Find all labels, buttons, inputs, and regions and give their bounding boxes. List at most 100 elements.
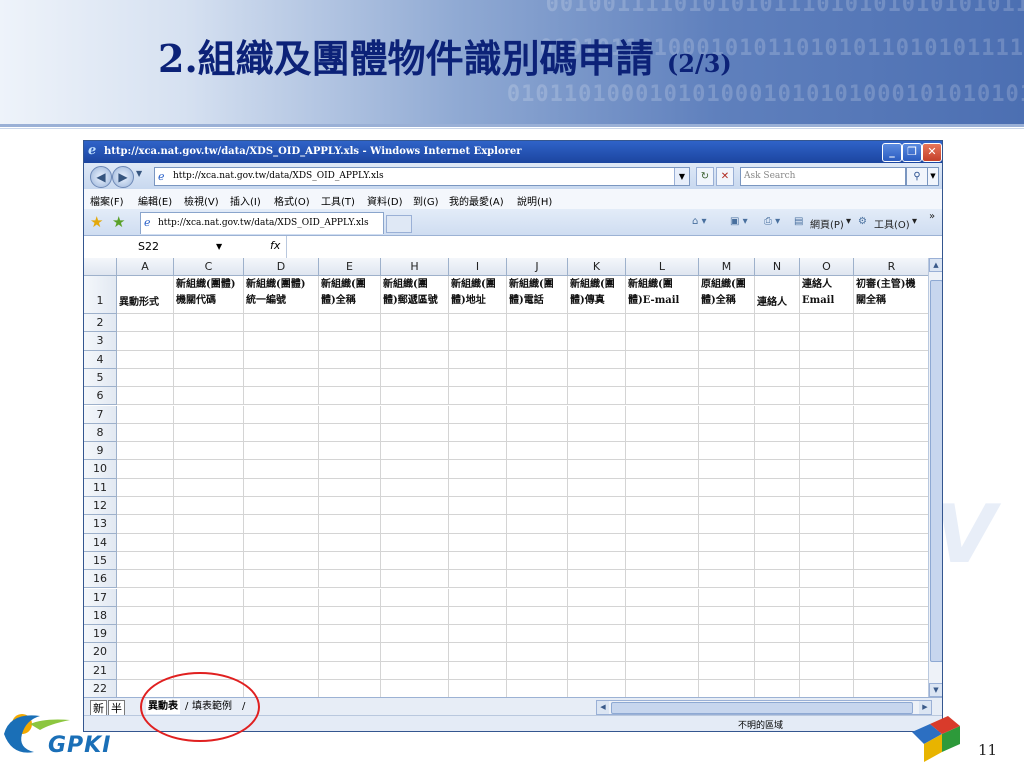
scroll-down-icon[interactable]: ▼: [929, 683, 942, 697]
grid-cell[interactable]: [800, 314, 854, 333]
grid-cell[interactable]: [854, 478, 930, 497]
grid-cell[interactable]: [449, 606, 507, 626]
grid-cell[interactable]: [449, 314, 507, 333]
grid-cell[interactable]: [800, 643, 854, 662]
grid-cell[interactable]: [800, 625, 854, 644]
grid-cell[interactable]: [568, 551, 626, 571]
grid-cell[interactable]: [174, 423, 244, 443]
grid-cell[interactable]: [381, 387, 449, 406]
column-header-k[interactable]: K: [568, 258, 626, 276]
grid-cell[interactable]: [244, 478, 319, 497]
add-favorites-icon[interactable]: ★: [112, 213, 125, 231]
grid-cell[interactable]: [244, 405, 319, 424]
grid-cell[interactable]: [319, 314, 381, 333]
grid-cell[interactable]: [800, 606, 854, 626]
grid-cell[interactable]: [626, 387, 699, 406]
menu-file[interactable]: 檔案(F): [90, 193, 124, 208]
column-header-l[interactable]: L: [626, 258, 699, 276]
grid-cell[interactable]: [755, 643, 800, 662]
grid-cell[interactable]: [699, 332, 755, 351]
grid-cell[interactable]: [800, 350, 854, 369]
column-header-c[interactable]: C: [174, 258, 244, 276]
grid-cell[interactable]: [755, 368, 800, 388]
grid-cell[interactable]: [507, 442, 568, 461]
grid-cell[interactable]: [800, 423, 854, 443]
grid-cell[interactable]: [174, 368, 244, 388]
grid-cell[interactable]: [381, 551, 449, 571]
grid-cell[interactable]: [449, 570, 507, 589]
grid-cell[interactable]: [174, 350, 244, 369]
grid-cell[interactable]: [854, 515, 930, 534]
grid-cell[interactable]: [449, 588, 507, 607]
grid-cell[interactable]: [319, 442, 381, 461]
row-header[interactable]: 11: [84, 478, 117, 497]
tools-menu[interactable]: 工具(O): [874, 216, 910, 231]
row-header[interactable]: 16: [84, 570, 117, 589]
header-cell[interactable]: 新組織(團 體)電話: [507, 276, 568, 314]
grid-cell[interactable]: [244, 314, 319, 333]
row-header[interactable]: 5: [84, 368, 117, 388]
search-icon[interactable]: ⚲: [906, 167, 928, 186]
menu-view[interactable]: 檢視(V): [184, 193, 219, 208]
grid-cell[interactable]: [800, 570, 854, 589]
new-tab-button[interactable]: [386, 215, 412, 233]
grid-cell[interactable]: [755, 625, 800, 644]
function-icon[interactable]: fx: [270, 239, 280, 252]
home-icon[interactable]: ⌂ ▾: [692, 216, 707, 227]
grid-cell[interactable]: [174, 460, 244, 479]
column-header-i[interactable]: I: [449, 258, 507, 276]
grid-cell[interactable]: [854, 442, 930, 461]
grid-cell[interactable]: [699, 661, 755, 680]
grid-cell[interactable]: [449, 661, 507, 680]
grid-cell[interactable]: [117, 478, 174, 497]
grid-cell[interactable]: [626, 570, 699, 589]
grid-cell[interactable]: [755, 332, 800, 351]
grid-cell[interactable]: [507, 350, 568, 369]
grid-cell[interactable]: [449, 405, 507, 424]
grid-cell[interactable]: [319, 606, 381, 626]
grid-cell[interactable]: [174, 570, 244, 589]
grid-cell[interactable]: [507, 460, 568, 479]
header-cell[interactable]: 原組織(團 體)全稱: [699, 276, 755, 314]
gear-icon[interactable]: ⚙: [858, 216, 867, 227]
grid-cell[interactable]: [699, 680, 755, 699]
grid-cell[interactable]: [568, 570, 626, 589]
grid-cell[interactable]: [319, 588, 381, 607]
browser-tab[interactable]: ℯ http://xca.nat.gov.tw/data/XDS_OID_APP…: [140, 212, 384, 234]
grid-cell[interactable]: [699, 405, 755, 424]
grid-cell[interactable]: [626, 661, 699, 680]
history-dropdown-icon[interactable]: ▼: [136, 169, 142, 178]
grid-cell[interactable]: [117, 533, 174, 552]
grid-cell[interactable]: [381, 350, 449, 369]
grid-cell[interactable]: [800, 460, 854, 479]
grid-cell[interactable]: [117, 515, 174, 534]
grid-cell[interactable]: [174, 478, 244, 497]
grid-cell[interactable]: [854, 387, 930, 406]
more-commands[interactable]: »: [929, 211, 935, 222]
grid-cell[interactable]: [507, 332, 568, 351]
grid-cell[interactable]: [626, 332, 699, 351]
grid-cell[interactable]: [507, 551, 568, 571]
grid-cell[interactable]: [381, 643, 449, 662]
grid-cell[interactable]: [755, 423, 800, 443]
grid-cell[interactable]: [800, 442, 854, 461]
grid-cell[interactable]: [854, 533, 930, 552]
grid-cell[interactable]: [319, 368, 381, 388]
header-cell[interactable]: 新組織(團 體)傳真: [568, 276, 626, 314]
grid-cell[interactable]: [319, 661, 381, 680]
menu-goto[interactable]: 到(G): [413, 193, 439, 208]
grid-cell[interactable]: [854, 661, 930, 680]
grid-cell[interactable]: [699, 442, 755, 461]
grid-cell[interactable]: [449, 643, 507, 662]
grid-cell[interactable]: [854, 570, 930, 589]
grid-cell[interactable]: [755, 497, 800, 516]
grid-cell[interactable]: [319, 625, 381, 644]
header-cell[interactable]: 新組織(團體) 統一編號: [244, 276, 319, 314]
grid-cell[interactable]: [449, 625, 507, 644]
grid-cell[interactable]: [117, 497, 174, 516]
grid-cell[interactable]: [755, 680, 800, 699]
grid-cell[interactable]: [319, 643, 381, 662]
grid-cell[interactable]: [449, 460, 507, 479]
grid-cell[interactable]: [319, 405, 381, 424]
grid-cell[interactable]: [381, 478, 449, 497]
